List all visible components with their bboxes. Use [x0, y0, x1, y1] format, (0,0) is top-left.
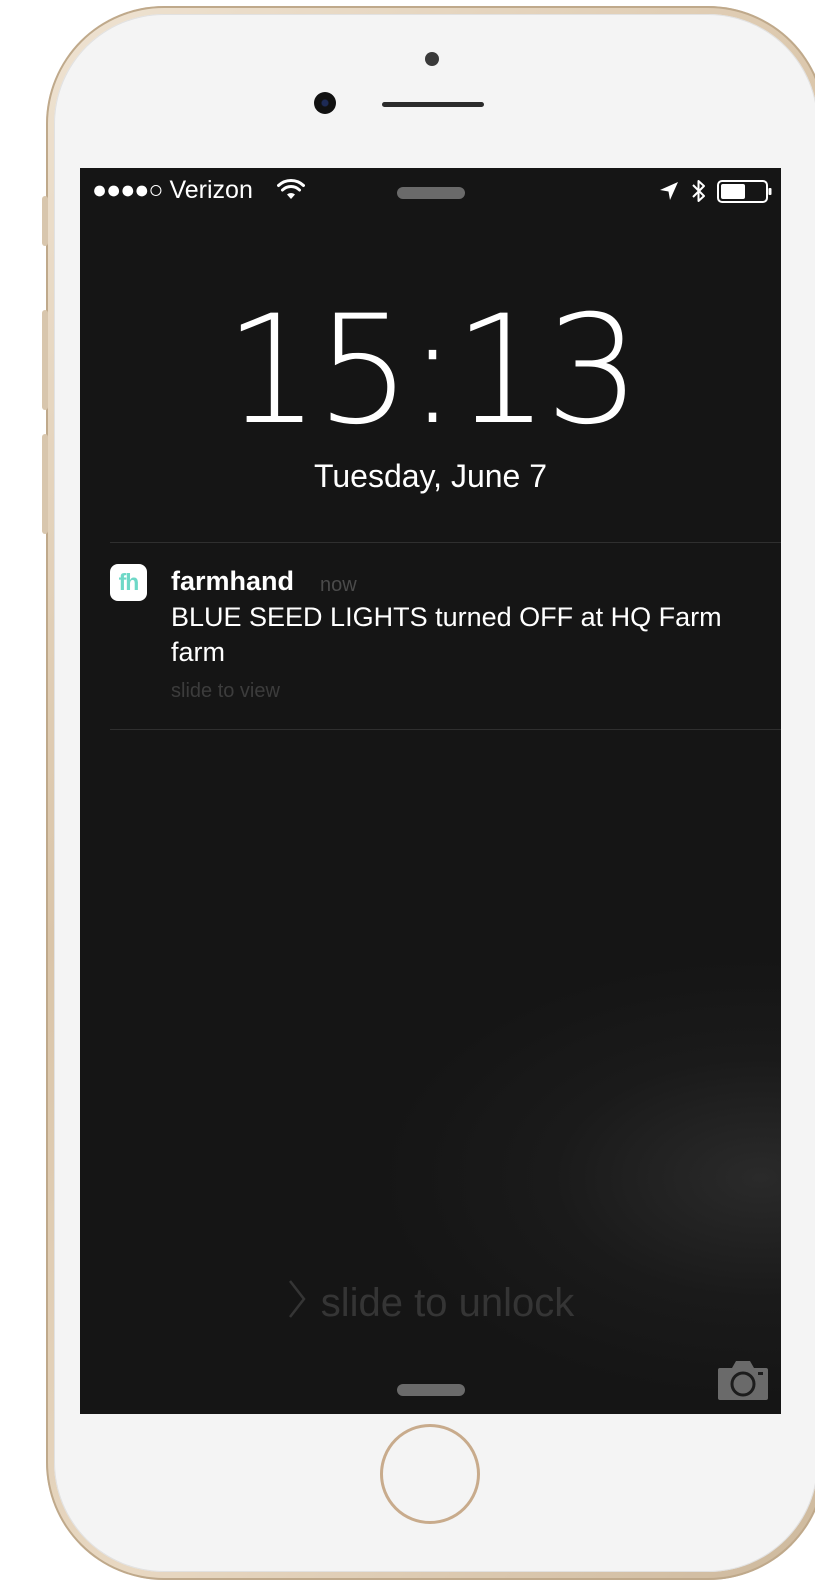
- front-camera: [314, 92, 336, 114]
- bluetooth-icon: [692, 180, 705, 202]
- location-arrow-icon: [660, 182, 678, 200]
- status-bar: ●●●●○ Verizon: [80, 168, 781, 214]
- home-button[interactable]: [380, 1424, 480, 1524]
- notification-center-handle[interactable]: [397, 187, 465, 199]
- lock-screen: ●●●●○ Verizon 15:13 Tuesday, June 7 fh f…: [80, 168, 781, 1414]
- slide-to-unlock-label: slide to unlock: [320, 1281, 575, 1325]
- chevron-right-icon: [288, 1280, 306, 1318]
- lock-screen-date: Tuesday, June 7: [313, 458, 548, 494]
- proximity-sensor: [425, 52, 439, 66]
- camera-icon[interactable]: [716, 1358, 770, 1402]
- battery-icon: [717, 180, 772, 203]
- signal-strength: ●●●●○: [92, 176, 164, 204]
- lock-screen-time: 15:13: [224, 284, 640, 458]
- wifi-icon: [277, 178, 305, 199]
- farmhand-app-icon: fh: [110, 564, 147, 601]
- control-center-handle[interactable]: [397, 1384, 465, 1396]
- carrier-info: ●●●●○ Verizon: [92, 176, 253, 205]
- carrier-name: Verizon: [169, 176, 253, 204]
- volume-up-button: [42, 310, 48, 410]
- slide-to-unlock[interactable]: slide to unlock: [80, 1278, 781, 1326]
- volume-down-button: [42, 434, 48, 534]
- notification-app-name: farmhand: [171, 566, 295, 596]
- mute-switch: [42, 196, 48, 246]
- earpiece-speaker: [382, 102, 484, 107]
- notification-time: now: [320, 574, 357, 596]
- notification-divider-bottom: [110, 729, 781, 730]
- notification-message: BLUE SEED LIGHTS turned OFF at HQ Farm f…: [171, 602, 722, 667]
- notification-item[interactable]: fh farmhand now BLUE SEED LIGHTS turned …: [110, 542, 781, 730]
- notification-action-hint: slide to view: [171, 680, 280, 702]
